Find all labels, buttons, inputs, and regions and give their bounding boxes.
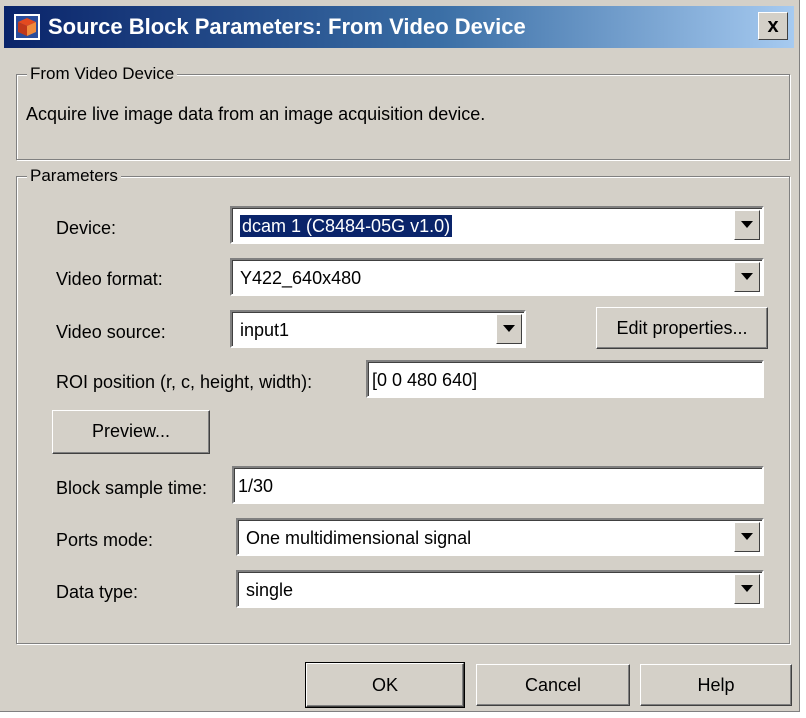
device-value: dcam 1 (C8484-05G v1.0) (240, 215, 453, 237)
data-type-value: single (246, 580, 294, 600)
roi-position-input[interactable]: [0 0 480 640] (366, 360, 764, 398)
parameters-legend: Parameters (27, 165, 121, 187)
video-format-dropdown-arrow-icon[interactable] (734, 262, 760, 292)
close-icon: x (767, 15, 779, 37)
device-dropdown-arrow-icon[interactable] (734, 210, 760, 240)
ok-button[interactable]: OK (305, 662, 465, 708)
data-type-select[interactable]: single (236, 570, 764, 608)
help-button[interactable]: Help (640, 664, 792, 706)
data-type-dropdown-arrow-icon[interactable] (734, 574, 760, 604)
video-format-select[interactable]: Y422_640x480 (230, 258, 764, 296)
title-bar: Source Block Parameters: From Video Devi… (4, 6, 794, 48)
ports-mode-select[interactable]: One multidimensional signal (236, 518, 764, 556)
ports-mode-value: One multidimensional signal (246, 528, 472, 548)
ports-mode-dropdown-arrow-icon[interactable] (734, 522, 760, 552)
video-source-dropdown-arrow-icon[interactable] (496, 314, 522, 344)
block-description-legend: From Video Device (27, 63, 178, 85)
window-title: Source Block Parameters: From Video Devi… (48, 14, 526, 39)
video-source-value: input1 (240, 320, 290, 340)
block-sample-time-value: 1/30 (238, 476, 274, 496)
roi-position-label: ROI position (r, c, height, width): (56, 372, 313, 392)
block-sample-time-input[interactable]: 1/30 (232, 466, 764, 504)
block-description-text: Acquire live image data from an image ac… (26, 104, 486, 124)
data-type-label: Data type: (56, 582, 139, 602)
preview-button[interactable]: Preview... (52, 410, 210, 454)
roi-position-value: [0 0 480 640] (372, 370, 478, 390)
video-source-select[interactable]: input1 (230, 310, 526, 348)
video-format-value: Y422_640x480 (240, 268, 362, 288)
device-label: Device: (56, 218, 117, 238)
cancel-button[interactable]: Cancel (476, 664, 630, 706)
simulink-block-icon (14, 14, 40, 40)
dialog-window: Source Block Parameters: From Video Devi… (0, 0, 800, 712)
ports-mode-label: Ports mode: (56, 530, 154, 550)
edit-properties-button[interactable]: Edit properties... (596, 307, 768, 349)
video-format-label: Video format: (56, 269, 163, 289)
device-select[interactable]: dcam 1 (C8484-05G v1.0) (230, 206, 764, 244)
close-button[interactable]: x (758, 12, 788, 40)
video-source-label: Video source: (56, 322, 166, 342)
block-sample-time-label: Block sample time: (56, 478, 208, 498)
